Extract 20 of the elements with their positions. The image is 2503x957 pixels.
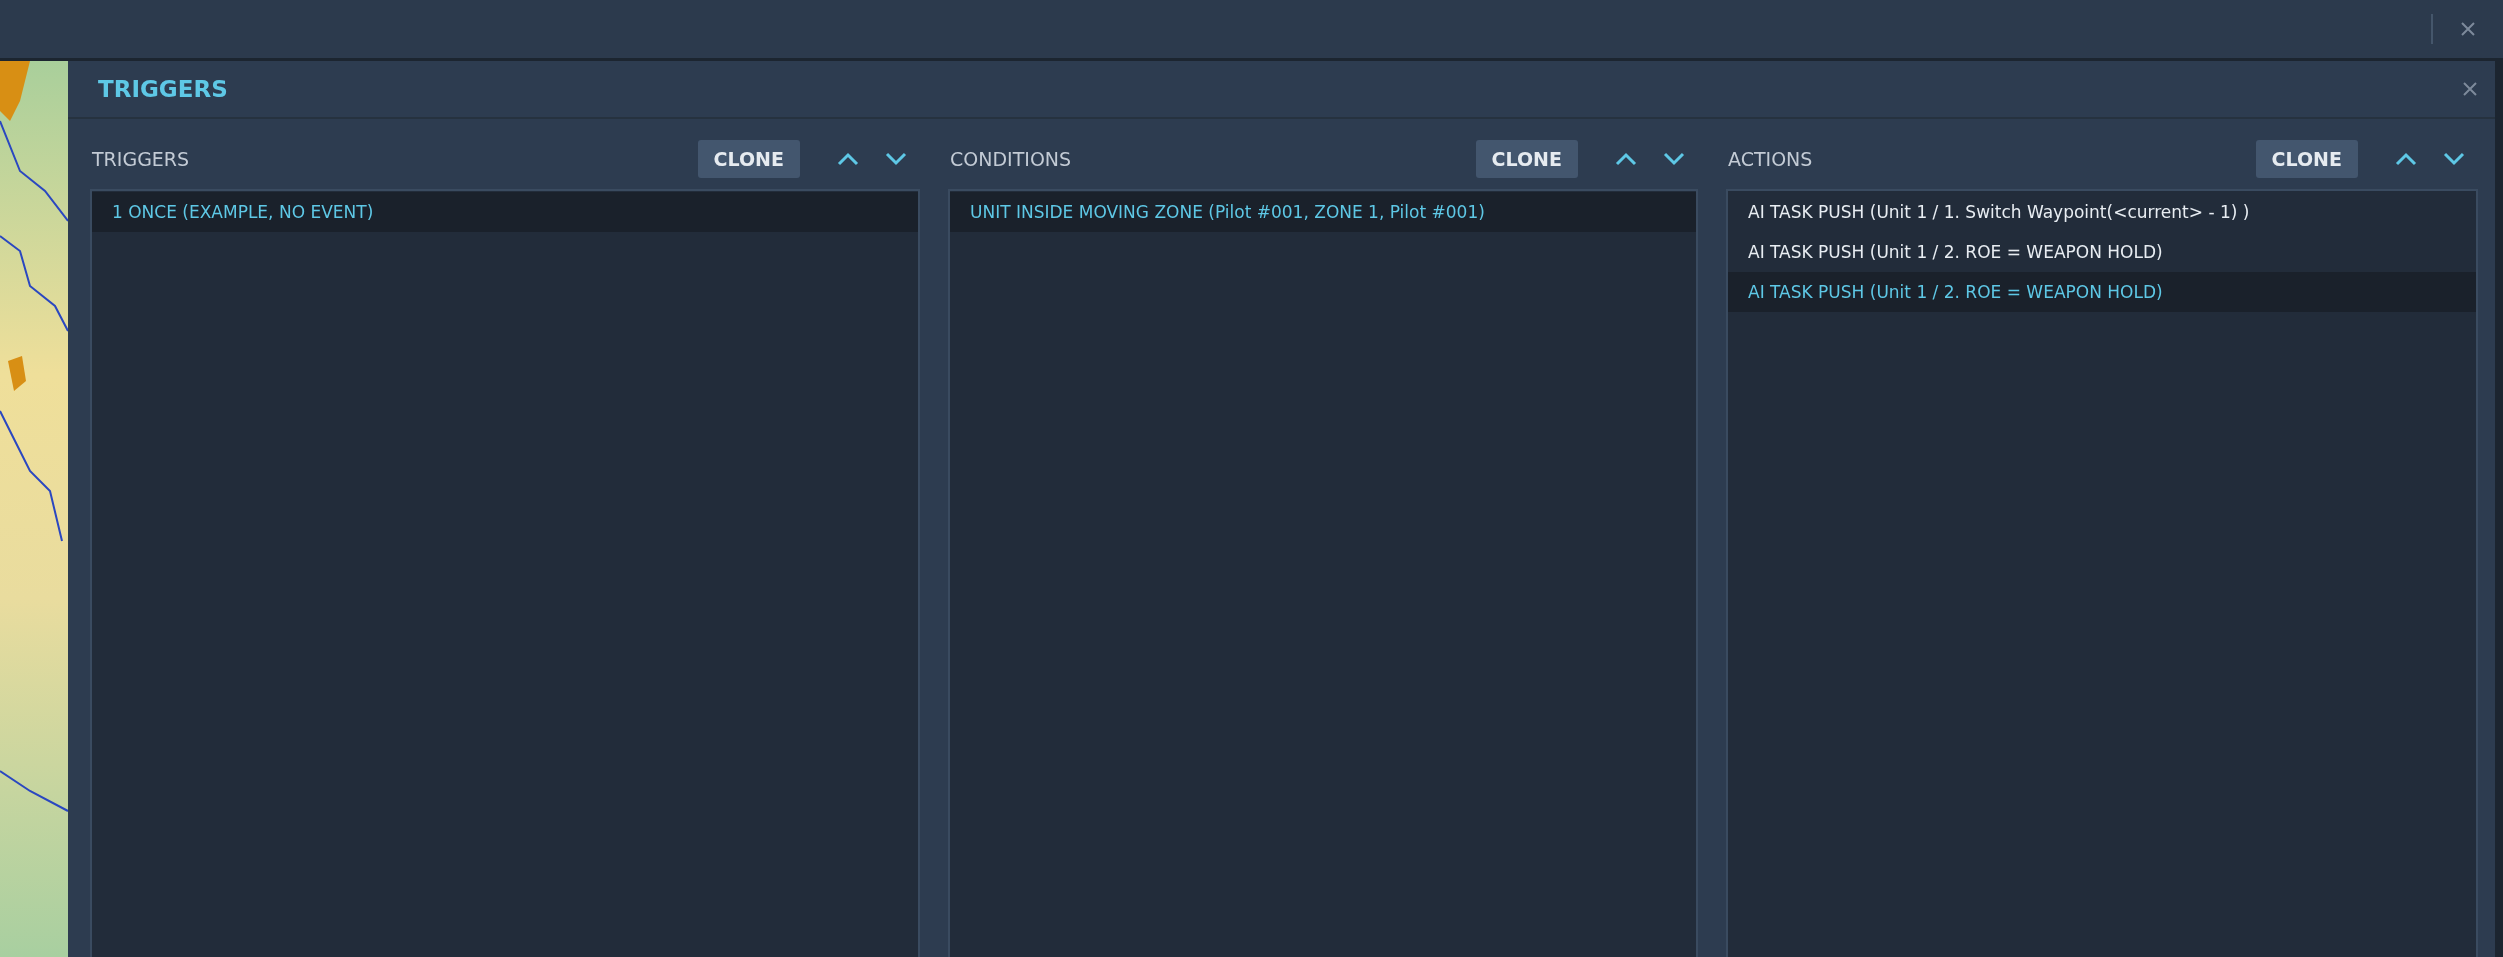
chevron-down-icon[interactable]: [884, 151, 908, 167]
clone-button[interactable]: CLONE: [697, 140, 800, 178]
close-icon[interactable]: [2459, 20, 2477, 38]
panel-title: ACTIONS: [1727, 148, 1814, 170]
chevron-down-icon[interactable]: [2442, 151, 2466, 167]
clone-button[interactable]: CLONE: [2255, 140, 2358, 178]
panel-title: CONDITIONS: [949, 148, 1073, 170]
list-item[interactable]: AI TASK PUSH (Unit 1 / 1. Switch Waypoint(<current> - 1) ): [1728, 192, 2476, 232]
chevron-up-icon[interactable]: [2394, 151, 2418, 167]
list-item[interactable]: UNIT INSIDE MOVING ZONE (Pilot #001, ZONE 1, Pilot #001): [950, 192, 1696, 232]
close-icon[interactable]: [2461, 80, 2479, 98]
chevron-down-icon[interactable]: [1662, 151, 1686, 167]
list-item[interactable]: AI TASK PUSH (Unit 1 / 2. ROE = WEAPON HOLD): [1728, 272, 2476, 312]
chevron-up-icon[interactable]: [836, 151, 860, 167]
chevron-up-icon[interactable]: [1614, 151, 1638, 167]
clone-button[interactable]: CLONE: [1475, 140, 1578, 178]
panel-title: TRIGGERS: [91, 148, 191, 170]
list-item[interactable]: 1 ONCE (EXAMPLE, NO EVENT): [92, 192, 918, 232]
dialog-title: TRIGGERS: [98, 76, 229, 102]
list-item[interactable]: AI TASK PUSH (Unit 1 / 2. ROE = WEAPON HOLD): [1728, 232, 2476, 272]
